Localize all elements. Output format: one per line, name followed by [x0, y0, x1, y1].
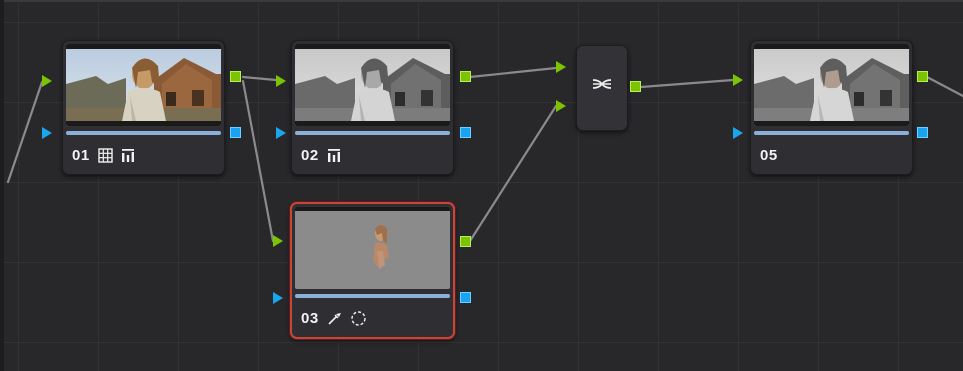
node-thumbnail: [295, 207, 450, 289]
mixer-input-2[interactable]: [556, 100, 566, 112]
node-label-row: 02: [301, 145, 341, 165]
node-label-row: 05: [760, 145, 778, 165]
node-key-bar: [295, 131, 450, 135]
node-01-rgb-input[interactable]: [42, 75, 52, 87]
wire-node-02-to-mixer: [468, 66, 558, 79]
node-01-alpha-output[interactable]: [230, 127, 241, 138]
node-number: 03: [301, 309, 319, 327]
qualifier-eyedropper-icon: [327, 311, 342, 326]
node-03-rgb-input[interactable]: [273, 235, 283, 247]
node-02-rgb-output[interactable]: [460, 71, 471, 82]
node-05[interactable]: 05: [750, 40, 913, 175]
wire-mixer-to-node-05: [639, 78, 735, 89]
mixer-output[interactable]: [630, 81, 641, 92]
levels-icon: [121, 148, 135, 163]
node-01-rgb-output[interactable]: [230, 71, 241, 82]
wire-node-01-to-node-03: [241, 79, 275, 243]
node-label-row: 03: [301, 308, 367, 328]
node-02-alpha-input[interactable]: [276, 127, 286, 139]
node-05-alpha-input[interactable]: [733, 127, 743, 139]
node-number: 02: [301, 146, 319, 164]
node-05-alpha-output[interactable]: [917, 127, 928, 138]
wire-node-05-to-output: [925, 75, 963, 98]
layer-mixer-icon: [591, 73, 613, 95]
wire-input-to-node-01: [6, 80, 44, 184]
mixer-input-1[interactable]: [556, 61, 566, 73]
node-number: 01: [72, 146, 90, 164]
node-03-rgb-output[interactable]: [460, 236, 471, 247]
node-number: 05: [760, 146, 778, 164]
node-thumbnail: [295, 44, 450, 126]
layer-mixer-node[interactable]: [576, 45, 628, 131]
node-03[interactable]: 03: [290, 202, 455, 339]
node-01-alpha-input[interactable]: [42, 127, 52, 139]
node-key-bar: [295, 294, 450, 298]
node-thumbnail: [66, 44, 221, 126]
grid-icon: [97, 147, 113, 163]
node-thumbnail: [754, 44, 909, 126]
node-05-rgb-output[interactable]: [917, 71, 928, 82]
node-02[interactable]: 02: [291, 40, 454, 175]
node-key-bar: [754, 131, 909, 135]
levels-icon: [327, 148, 341, 163]
node-05-rgb-input[interactable]: [733, 74, 743, 86]
node-02-rgb-input[interactable]: [276, 75, 286, 87]
node-03-alpha-output[interactable]: [460, 292, 471, 303]
node-graph-canvas[interactable]: 01 02 03 05: [0, 0, 963, 371]
node-03-alpha-input[interactable]: [273, 292, 283, 304]
wire-node-01-to-node-02: [241, 75, 278, 82]
node-02-alpha-output[interactable]: [460, 127, 471, 138]
node-label-row: 01: [72, 145, 135, 165]
window-circle-icon: [350, 310, 367, 327]
node-01[interactable]: 01: [62, 40, 225, 175]
wire-node-03-to-mixer: [468, 104, 558, 243]
node-key-bar: [66, 131, 221, 135]
